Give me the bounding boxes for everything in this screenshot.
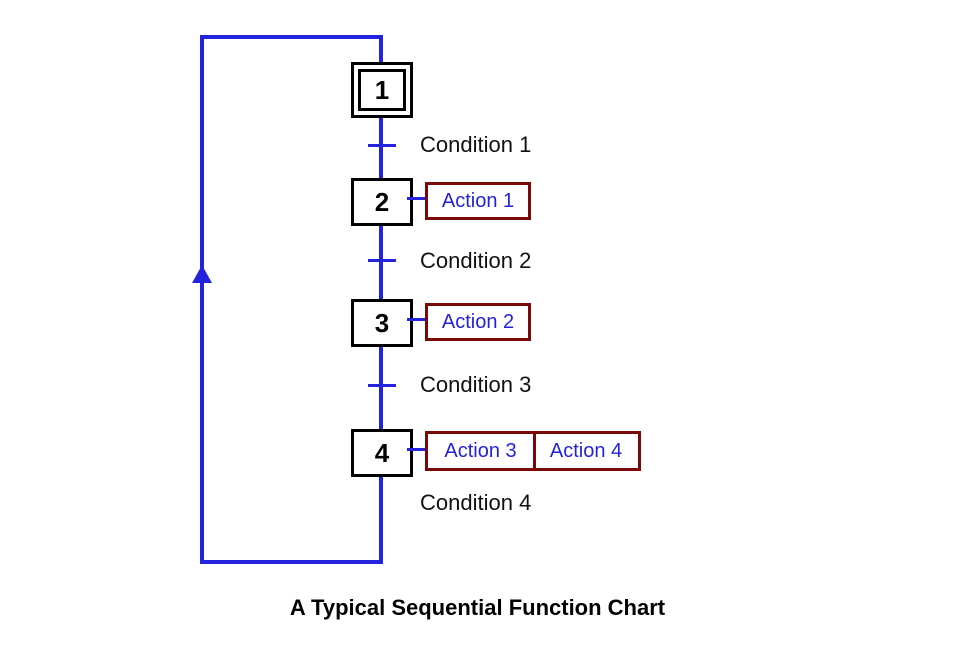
action-1-box: Action 1 — [425, 182, 531, 220]
sfc-diagram: 1 Condition 1 2 Action 1 Condition 2 3 A… — [0, 0, 955, 645]
transition-2-bar — [368, 259, 396, 262]
condition-1: Condition 1 — [420, 132, 531, 158]
transition-3-bar — [368, 384, 396, 387]
condition-3: Condition 3 — [420, 372, 531, 398]
step-2-label: 2 — [375, 187, 389, 218]
caption: A Typical Sequential Function Chart — [0, 595, 955, 621]
action-3-label: Action 3 — [428, 440, 533, 463]
action-2-label: Action 2 — [442, 311, 514, 334]
feedback-reentry — [379, 35, 383, 65]
feedback-bottom — [200, 560, 383, 564]
action-34-connector — [407, 448, 425, 451]
step-2: 2 — [351, 178, 413, 226]
action-34-box: Action 3 Action 4 — [425, 431, 641, 471]
action-4-label: Action 4 — [536, 440, 636, 463]
transition-1-bar — [368, 144, 396, 147]
action-2-connector — [407, 318, 425, 321]
action-2-box: Action 2 — [425, 303, 531, 341]
feedback-arrow-icon — [192, 265, 212, 283]
step-4: 4 — [351, 429, 413, 477]
step-3-label: 3 — [375, 308, 389, 339]
condition-4: Condition 4 — [420, 490, 531, 516]
step-1-label: 1 — [375, 75, 389, 106]
step-3: 3 — [351, 299, 413, 347]
step-4-label: 4 — [375, 438, 389, 469]
action-1-connector — [407, 197, 425, 200]
step-1-initial: 1 — [351, 62, 413, 118]
condition-2: Condition 2 — [420, 248, 531, 274]
feedback-vertical — [200, 35, 204, 564]
feedback-top — [200, 35, 383, 39]
action-1-label: Action 1 — [442, 190, 514, 213]
